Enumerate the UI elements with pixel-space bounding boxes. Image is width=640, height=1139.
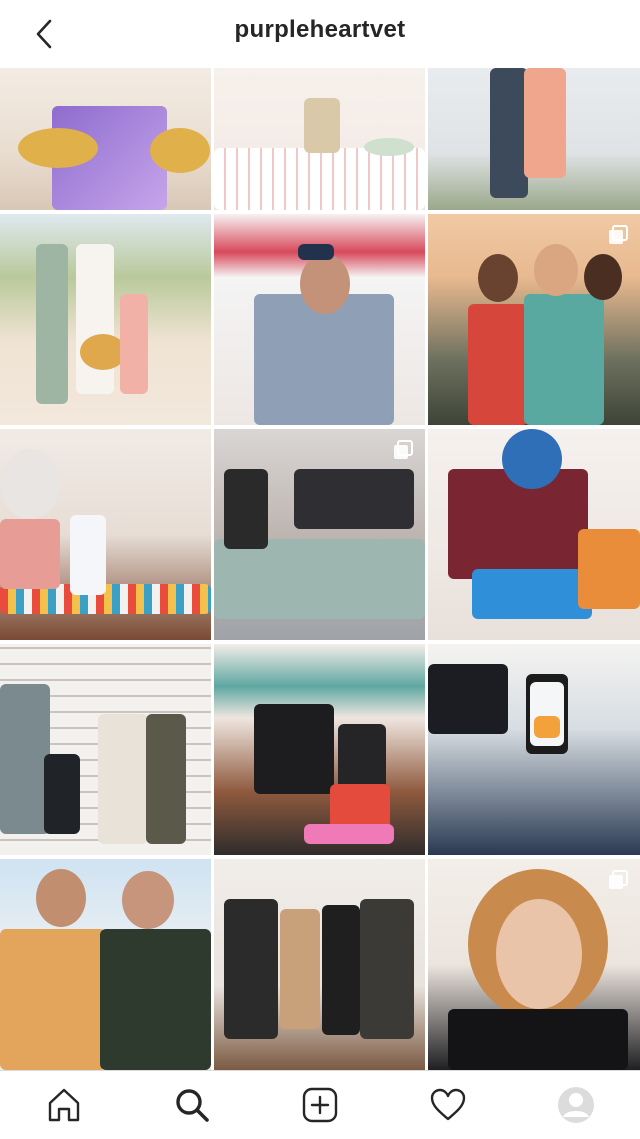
post-thumbnail-15[interactable] [428, 859, 640, 1070]
post-thumbnail-5[interactable] [214, 214, 425, 425]
profile-username-title: purpleheartvet [234, 16, 406, 43]
post-image [0, 68, 211, 210]
post-thumbnail-1[interactable] [0, 68, 211, 210]
post-thumbnail-13[interactable] [0, 859, 211, 1070]
post-image [214, 644, 425, 855]
post-image [214, 68, 425, 210]
carousel-icon [609, 870, 628, 889]
post-thumbnail-6[interactable] [428, 214, 640, 425]
post-image [428, 644, 640, 855]
post-image [0, 214, 211, 425]
post-image [0, 859, 211, 1070]
heart-icon [430, 1088, 466, 1121]
avatar-icon [558, 1087, 594, 1123]
post-image [428, 68, 640, 210]
tab-profile[interactable] [546, 1075, 606, 1135]
tab-new-post[interactable] [290, 1075, 350, 1135]
post-thumbnail-14[interactable] [214, 859, 425, 1070]
carousel-icon [394, 440, 413, 459]
post-thumbnail-12[interactable] [428, 644, 640, 855]
tab-activity[interactable] [418, 1075, 478, 1135]
post-thumbnail-8[interactable] [214, 429, 425, 640]
search-icon [176, 1089, 209, 1122]
tab-home[interactable] [34, 1075, 94, 1135]
post-thumbnail-4[interactable] [0, 214, 211, 425]
post-thumbnail-2[interactable] [214, 68, 425, 210]
tab-search[interactable] [162, 1075, 222, 1135]
post-thumbnail-7[interactable] [0, 429, 211, 640]
add-post-icon [302, 1087, 338, 1123]
carousel-icon [609, 225, 628, 244]
post-image [0, 429, 211, 640]
bottom-tab-bar [0, 1070, 640, 1139]
post-image [428, 429, 640, 640]
post-image [0, 644, 211, 855]
home-icon [48, 1088, 80, 1122]
posts-grid [0, 68, 640, 1070]
post-image [214, 859, 425, 1070]
post-thumbnail-3[interactable] [428, 68, 640, 210]
post-image [214, 214, 425, 425]
post-thumbnail-10[interactable] [0, 644, 211, 855]
top-nav-bar: purpleheartvet [0, 0, 640, 68]
post-thumbnail-9[interactable] [428, 429, 640, 640]
post-thumbnail-11[interactable] [214, 644, 425, 855]
